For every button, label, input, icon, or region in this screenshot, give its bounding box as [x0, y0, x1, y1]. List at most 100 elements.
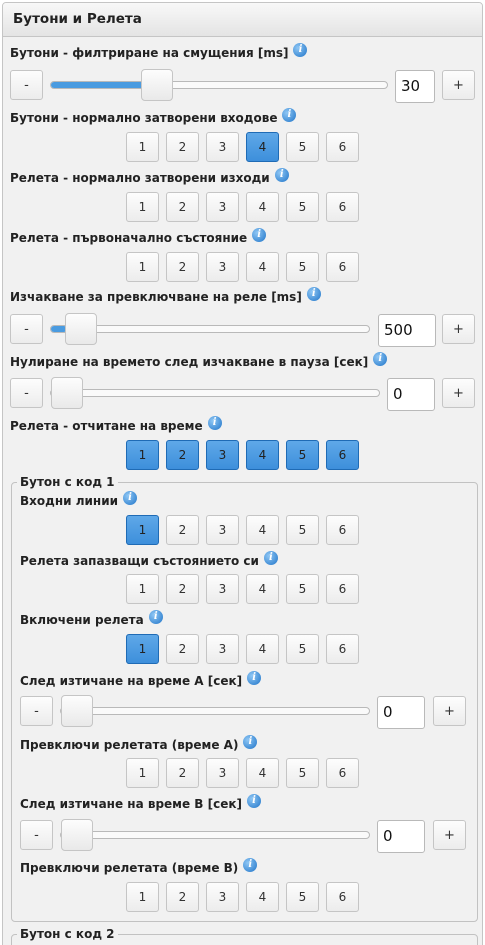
toggle-button-6[interactable]: 6: [326, 882, 359, 912]
toggle-button-1[interactable]: 1: [126, 882, 159, 912]
toggle-button-4[interactable]: 4: [246, 515, 279, 545]
info-icon[interactable]: i: [148, 610, 163, 624]
toggle-button-6[interactable]: 6: [326, 515, 359, 545]
info-icon[interactable]: i: [123, 491, 138, 505]
relay-wait-slider-track[interactable]: [50, 313, 370, 345]
toggle-button-5[interactable]: 5: [286, 758, 319, 788]
toggle-button-2[interactable]: 2: [166, 634, 199, 664]
toggle-button-6[interactable]: 6: [326, 634, 359, 664]
timeout-a-minus-button[interactable]: -: [20, 696, 53, 726]
inputs-nc-label-text: Бутони - нормално затворени входове: [10, 111, 278, 125]
reset-wait-slider-handle[interactable]: [51, 377, 83, 409]
toggle-button-3[interactable]: 3: [206, 132, 239, 162]
filter-slider-track[interactable]: [50, 69, 388, 101]
toggle-button-4[interactable]: 4: [246, 440, 279, 470]
relays-nc-buttons: 123456: [126, 192, 366, 222]
relay-wait-slider-handle[interactable]: [65, 313, 97, 345]
toggle-button-1[interactable]: 1: [126, 252, 159, 282]
toggle-button-2[interactable]: 2: [166, 440, 199, 470]
toggle-b-label-text: Превключи релетата (време В): [20, 861, 239, 875]
toggle-button-1[interactable]: 1: [126, 574, 159, 604]
reset-wait-value-input[interactable]: 0: [387, 378, 435, 411]
filter-value-input[interactable]: 30: [395, 70, 435, 103]
info-icon[interactable]: i: [243, 735, 258, 749]
toggle-button-5[interactable]: 5: [286, 634, 319, 664]
toggle-button-3[interactable]: 3: [206, 252, 239, 282]
toggle-button-5[interactable]: 5: [286, 515, 319, 545]
toggle-button-3[interactable]: 3: [206, 574, 239, 604]
info-icon[interactable]: i: [263, 551, 278, 565]
toggle-button-6[interactable]: 6: [326, 440, 359, 470]
toggle-button-1[interactable]: 1: [126, 758, 159, 788]
toggle-button-1[interactable]: 1: [126, 192, 159, 222]
toggle-button-4[interactable]: 4: [246, 132, 279, 162]
toggle-button-6[interactable]: 6: [326, 132, 359, 162]
toggle-button-2[interactable]: 2: [166, 574, 199, 604]
toggle-button-4[interactable]: 4: [246, 634, 279, 664]
toggle-button-5[interactable]: 5: [286, 882, 319, 912]
toggle-button-3[interactable]: 3: [206, 515, 239, 545]
toggle-button-3[interactable]: 3: [206, 440, 239, 470]
keep-state-label-text: Релета запазващи състоянието си: [20, 554, 259, 568]
timeout-a-label: След изтичане на време А [сек] i: [20, 671, 262, 688]
timeout-a-slider-handle[interactable]: [61, 695, 93, 727]
toggle-button-3[interactable]: 3: [206, 882, 239, 912]
info-icon[interactable]: i: [282, 108, 297, 122]
info-icon[interactable]: i: [247, 794, 261, 808]
filter-minus-button[interactable]: -: [10, 70, 43, 100]
toggle-button-2[interactable]: 2: [166, 515, 199, 545]
toggle-button-2[interactable]: 2: [166, 758, 199, 788]
relays-init-label-text: Релета - първоначално състояние: [10, 231, 248, 245]
relay-wait-value-input[interactable]: 500: [378, 314, 436, 347]
toggle-button-3[interactable]: 3: [206, 634, 239, 664]
reset-wait-minus-button[interactable]: -: [10, 378, 43, 408]
toggle-button-6[interactable]: 6: [326, 252, 359, 282]
timeout-a-slider-track[interactable]: [60, 695, 370, 727]
info-icon[interactable]: i: [247, 671, 262, 685]
info-icon[interactable]: i: [373, 352, 388, 366]
toggle-button-5[interactable]: 5: [286, 252, 319, 282]
info-icon[interactable]: i: [274, 168, 289, 182]
toggle-button-5[interactable]: 5: [286, 132, 319, 162]
toggle-button-2[interactable]: 2: [166, 252, 199, 282]
toggle-button-6[interactable]: 6: [326, 192, 359, 222]
info-icon[interactable]: i: [243, 858, 258, 872]
info-icon[interactable]: i: [207, 416, 222, 430]
reset-wait-slider-track[interactable]: [50, 377, 380, 409]
timeout-b-slider-track[interactable]: [60, 819, 370, 851]
inputs-nc-label: Бутони - нормално затворени входове i: [10, 108, 297, 125]
timeout-b-plus-button[interactable]: +: [433, 820, 466, 850]
toggle-button-3[interactable]: 3: [206, 758, 239, 788]
toggle-button-6[interactable]: 6: [326, 758, 359, 788]
relay-wait-minus-button[interactable]: -: [10, 314, 43, 344]
toggle-button-2[interactable]: 2: [166, 192, 199, 222]
info-icon[interactable]: i: [306, 287, 321, 301]
toggle-button-4[interactable]: 4: [246, 192, 279, 222]
timeout-b-slider-handle[interactable]: [61, 819, 93, 851]
timeout-a-plus-button[interactable]: +: [433, 696, 466, 726]
toggle-button-1[interactable]: 1: [126, 132, 159, 162]
toggle-button-2[interactable]: 2: [166, 882, 199, 912]
toggle-button-1[interactable]: 1: [126, 634, 159, 664]
reset-wait-plus-button[interactable]: +: [442, 378, 475, 408]
toggle-button-4[interactable]: 4: [246, 574, 279, 604]
info-icon[interactable]: i: [252, 228, 267, 242]
timeout-a-value-input[interactable]: 0: [377, 696, 425, 729]
toggle-button-4[interactable]: 4: [246, 882, 279, 912]
toggle-button-6[interactable]: 6: [326, 574, 359, 604]
toggle-button-1[interactable]: 1: [126, 515, 159, 545]
toggle-button-4[interactable]: 4: [246, 758, 279, 788]
toggle-button-3[interactable]: 3: [206, 192, 239, 222]
toggle-button-5[interactable]: 5: [286, 192, 319, 222]
toggle-button-2[interactable]: 2: [166, 132, 199, 162]
timeout-b-minus-button[interactable]: -: [20, 820, 53, 850]
toggle-button-5[interactable]: 5: [286, 574, 319, 604]
filter-slider-handle[interactable]: [141, 69, 173, 101]
relay-wait-plus-button[interactable]: +: [442, 314, 475, 344]
toggle-button-4[interactable]: 4: [246, 252, 279, 282]
timeout-b-value-input[interactable]: 0: [377, 820, 425, 853]
toggle-button-5[interactable]: 5: [286, 440, 319, 470]
toggle-button-1[interactable]: 1: [126, 440, 159, 470]
info-icon[interactable]: i: [293, 43, 308, 57]
filter-plus-button[interactable]: +: [442, 70, 475, 100]
